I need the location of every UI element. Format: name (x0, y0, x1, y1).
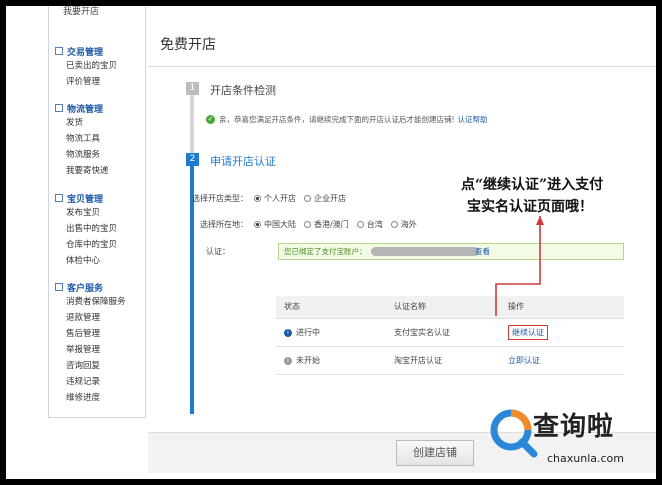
annotation-line2: 宝实名认证页面哦！ (467, 199, 593, 215)
sidebar-section-header[interactable]: 交易管理 (53, 44, 143, 58)
info-icon: i (284, 328, 292, 337)
radio-personal[interactable]: 个人开店 (254, 193, 296, 204)
sidebar-item-logistics-service[interactable]: 物流服务 (53, 147, 143, 163)
sidebar-section-items: 宝贝管理 发布宝贝 出售中的宝贝 仓库中的宝贝 体检中心 (53, 191, 143, 269)
row-name: 支付宝实名认证 (394, 328, 450, 337)
condition-notice: ✓ 亲，恭喜您满足开店条件，请继续完成下面的开店认证后才能创建店铺! 认证帮助 (206, 114, 488, 125)
row-name: 淘宝开店认证 (394, 356, 442, 365)
sidebar-item-refund[interactable]: 退款管理 (53, 310, 143, 326)
annotation-arrow (495, 216, 544, 316)
step1-track (190, 84, 194, 162)
auth-bound-text: 您已绑定了支付宝账户： (284, 247, 367, 256)
radio-enterprise[interactable]: 企业开店 (304, 193, 346, 204)
auth-help-link[interactable]: 认证帮助 (458, 114, 488, 125)
row-status: 进行中 (296, 328, 320, 337)
region-label: 选择所在地： (200, 220, 248, 229)
auth-bound-box: 您已绑定了支付宝账户： 查看 (278, 243, 624, 260)
magnifier-logo-icon (490, 409, 538, 458)
sidebar-item-repair[interactable]: 维修进度 (53, 390, 143, 406)
radio-unchecked-icon (304, 195, 311, 202)
collapse-square-icon (55, 194, 63, 202)
sidebar-item-on-sale[interactable]: 出售中的宝贝 (53, 221, 143, 237)
radio-unchecked-icon (390, 221, 398, 228)
watermark-text: 查询啦 (533, 412, 615, 442)
header-name: 认证名称 (394, 302, 426, 311)
header-status: 状态 (284, 302, 300, 311)
step2-title: 申请开店认证 (210, 155, 276, 168)
collapse-square-icon (55, 47, 63, 55)
watermark-url: chaxunla.com (547, 452, 624, 465)
annotation-text: 点“继续认证”进入支付 宝实名认证页面哦！ (461, 174, 641, 218)
sidebar-item-publish[interactable]: 发布宝贝 (53, 205, 143, 221)
radio-taiwan[interactable]: 台湾 (356, 219, 383, 230)
radio-unchecked-icon (304, 221, 311, 228)
check-circle-icon: ✓ (206, 115, 215, 124)
sidebar-section-service: 客户服务 消费者保障服务 退款管理 售后管理 举报管理 咨询回复 违规记录 维修… (53, 280, 143, 406)
sidebar-section-header[interactable]: 客户服务 (53, 280, 143, 294)
step1-title: 开店条件检测 (210, 84, 276, 97)
sidebar-section-logistics: 物流管理 发货 物流工具 物流服务 我要寄快递 (53, 101, 143, 179)
sidebar-item-consult[interactable]: 咨询回复 (53, 358, 143, 374)
sidebar-item-violations[interactable]: 违规记录 (53, 374, 143, 390)
create-shop-button[interactable]: 创建店铺 (396, 440, 474, 466)
blurred-account (371, 247, 479, 256)
region-row: 选择所在地： 中国大陆 香港/澳门 台湾 海外 (142, 219, 425, 230)
step2-number: 2 (186, 153, 199, 166)
row-status: 未开始 (296, 356, 320, 365)
sidebar-item-logistics-tools[interactable]: 物流工具 (53, 131, 143, 147)
table-row: i 未开始 淘宝开店认证 立即认证 (276, 347, 624, 375)
sidebar-item-express[interactable]: 我要寄快递 (53, 163, 143, 179)
collapse-square-icon (55, 283, 63, 291)
radio-checked-icon (254, 221, 261, 228)
sidebar: 我要开店 交易管理 已卖出的宝贝 评价管理 物流管理 发货 物流工具 物流服务 … (48, 6, 146, 418)
sidebar-item-ship[interactable]: 发货 (53, 115, 143, 131)
annotation-line1: 点“继续认证”进入支付 (461, 177, 604, 193)
continue-auth-link[interactable]: 继续认证 (508, 325, 548, 340)
radio-unchecked-icon (356, 221, 364, 228)
sidebar-item-report[interactable]: 举报管理 (53, 342, 143, 358)
radio-mainland[interactable]: 中国大陆 (254, 219, 296, 230)
radio-checked-icon (254, 195, 261, 202)
sidebar-section-trade: 交易管理 已卖出的宝贝 评价管理 (53, 44, 143, 90)
sidebar-item-sold[interactable]: 已卖出的宝贝 (53, 58, 143, 74)
sidebar-section-header[interactable]: 物流管理 (53, 101, 143, 115)
radio-hk-macau[interactable]: 香港/澳门 (304, 219, 349, 230)
info-icon: i (284, 356, 292, 365)
sidebar-item-reviews[interactable]: 评价管理 (53, 74, 143, 90)
auth-table: 状态 认证名称 操作 i 进行中 支付宝实名认证 继续认证 i 未开始 淘宝开店认证… (276, 296, 624, 375)
step1-number: 1 (186, 82, 199, 95)
sidebar-section-header[interactable]: 宝贝管理 (53, 191, 143, 205)
watermark: 查询啦 chaxunla.com (489, 408, 649, 474)
shop-type-label: 选择开店类型： (192, 194, 248, 203)
sidebar-item-after-sale[interactable]: 售后管理 (53, 326, 143, 342)
collapse-square-icon (55, 104, 63, 112)
sidebar-item-guarantee[interactable]: 消费者保障服务 (53, 294, 143, 310)
auth-label: 认证： (206, 247, 230, 256)
notice-text: 亲，恭喜您满足开店条件，请继续完成下面的开店认证后才能创建店铺! (219, 115, 455, 124)
table-row: i 进行中 支付宝实名认证 继续认证 (276, 319, 624, 347)
table-header: 状态 认证名称 操作 (276, 296, 624, 319)
page-title: 免费开店 (160, 37, 216, 53)
radio-overseas[interactable]: 海外 (390, 219, 417, 230)
sidebar-item-open-shop[interactable]: 我要开店 (63, 6, 99, 17)
auth-row: 认证： (124, 246, 236, 257)
screenshot-frame: 我要开店 交易管理 已卖出的宝贝 评价管理 物流管理 发货 物流工具 物流服务 … (6, 6, 656, 479)
start-auth-link[interactable]: 立即认证 (508, 356, 540, 365)
shop-type-row: 选择开店类型： 个人开店 企业开店 (142, 193, 354, 204)
title-divider (148, 66, 656, 67)
